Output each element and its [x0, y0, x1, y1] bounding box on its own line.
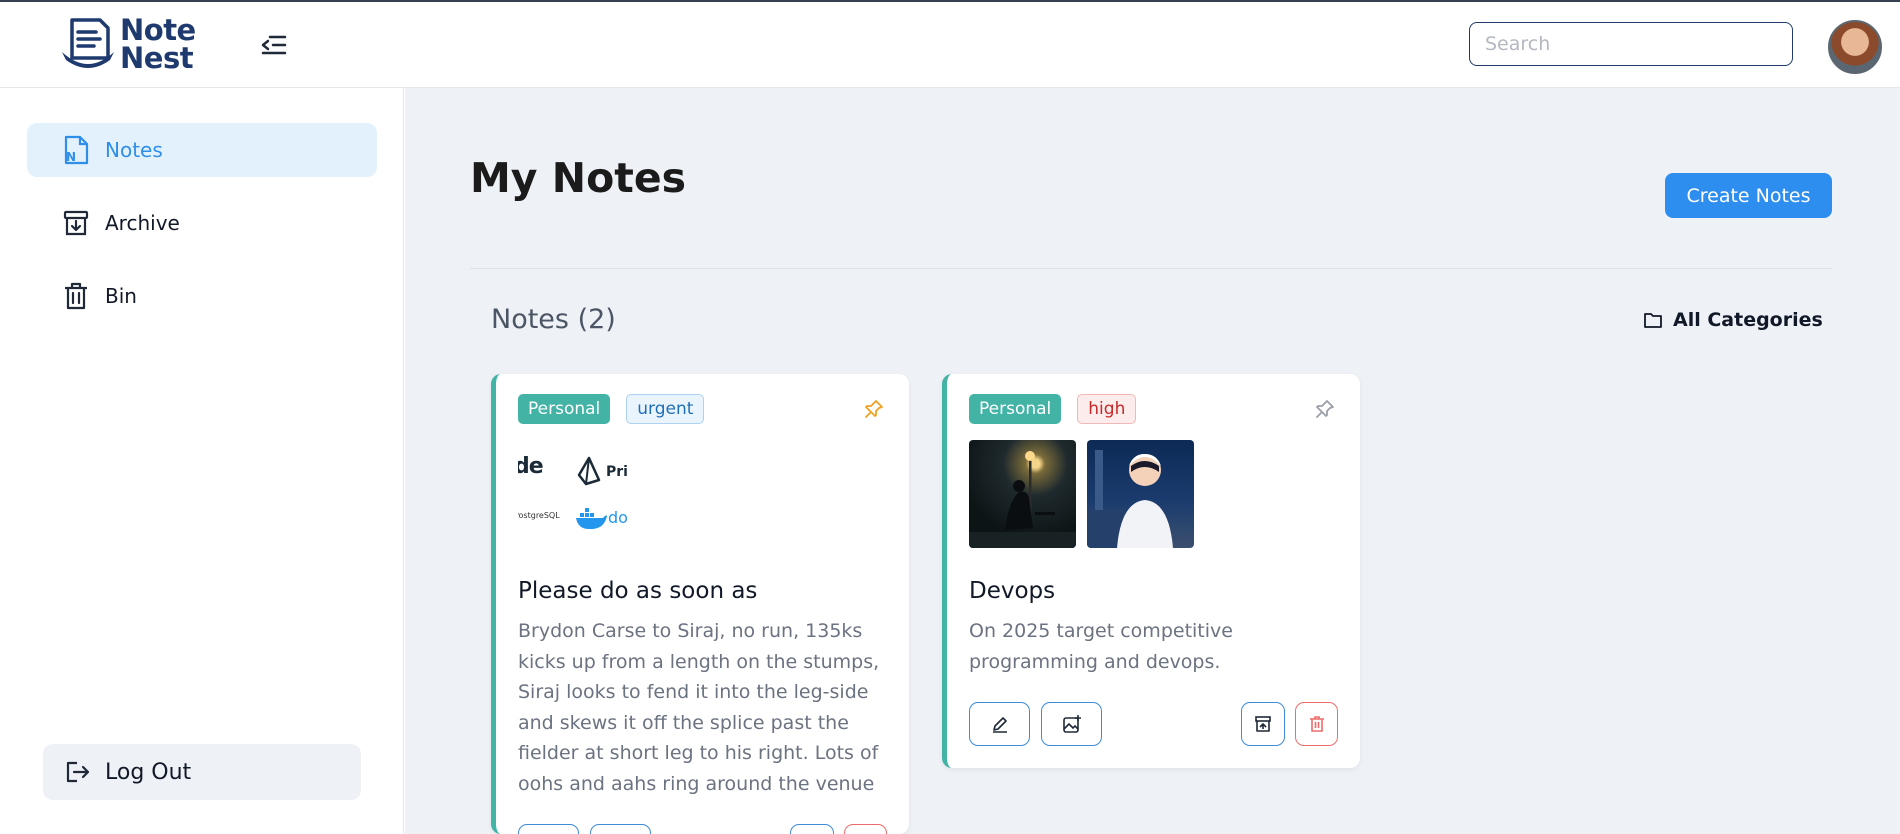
user-avatar[interactable]: [1828, 20, 1882, 74]
note-title: Please do as soon as: [518, 578, 758, 604]
trash-icon: [61, 281, 91, 311]
notes-icon: N: [61, 135, 91, 165]
pencil-icon: [992, 717, 1007, 733]
sidebar-item-archive[interactable]: Archive: [27, 196, 377, 250]
header-divider: [470, 268, 1832, 269]
category-tag: Personal: [969, 394, 1062, 424]
category-filter-label: All Categories: [1673, 309, 1823, 331]
add-image-button[interactable]: [1041, 702, 1102, 746]
notes-count-heading: Notes (2): [491, 304, 616, 335]
app-name-line1: Note: [120, 13, 196, 47]
note-body: Brydon Carse to Siraj, no run, 135ks kic…: [518, 620, 880, 795]
sidebar-item-label: Bin: [105, 284, 137, 308]
archive-note-button[interactable]: [1241, 702, 1285, 746]
note-title: Devops: [969, 578, 1056, 604]
search-input[interactable]: [1469, 22, 1793, 66]
category-filter[interactable]: All Categories: [1643, 309, 1823, 331]
note-images: [969, 440, 1194, 548]
logo-text-express: de: [518, 454, 544, 479]
note-body: On 2025 target competitive programming a…: [969, 620, 1233, 673]
sidebar-item-notes[interactable]: N Notes: [27, 123, 377, 177]
logout-label: Log Out: [105, 759, 192, 785]
priority-tag: high: [1077, 394, 1137, 424]
category-tag: Personal: [518, 394, 611, 424]
pin-icon[interactable]: [863, 398, 885, 420]
archive-icon: [61, 208, 91, 238]
note-actions: [969, 702, 1338, 746]
app-logo[interactable]: Note Nest: [58, 14, 196, 74]
top-header: Note Nest: [0, 2, 1900, 88]
note-tags: Personal high: [969, 394, 1137, 424]
trash-icon: [1309, 716, 1324, 732]
create-notes-button[interactable]: Create Notes: [1665, 173, 1832, 218]
note-card[interactable]: Personal urgent de Pri PostgreSQL: [491, 374, 909, 834]
logo-text-prisma: Pri: [606, 464, 628, 480]
image-add-icon: [1062, 715, 1081, 733]
sidebar-item-bin[interactable]: Bin: [27, 269, 377, 323]
prisma-logo-icon: [577, 456, 601, 486]
sidebar-item-label: Archive: [105, 211, 180, 235]
priority-tag: urgent: [626, 394, 705, 424]
delete-note-button[interactable]: [1295, 702, 1338, 746]
app-name: Note Nest: [120, 13, 196, 75]
delete-note-button[interactable]: [844, 824, 887, 834]
app-name-line2: Nest: [120, 41, 194, 75]
logo-text-docker: do: [608, 508, 628, 527]
edit-button[interactable]: [969, 702, 1030, 746]
note-tags: Personal urgent: [518, 394, 705, 424]
main-content: My Notes Create Notes Notes (2) All Cate…: [405, 88, 1900, 834]
sidebar: N Notes Archive Bin Log Out: [0, 88, 404, 834]
notebook-logo-icon: [62, 18, 114, 68]
note-actions: [518, 824, 887, 834]
note-image-thumbnail[interactable]: [969, 440, 1076, 548]
pin-icon[interactable]: [1314, 398, 1336, 420]
logout-icon: [66, 761, 90, 783]
logo-text-postgresql: PostgreSQL: [518, 511, 560, 520]
note-card[interactable]: Personal high Devops On 2025 target comp…: [942, 374, 1360, 768]
docker-logo-icon: [576, 508, 607, 530]
svg-text:N: N: [66, 150, 76, 164]
add-image-button[interactable]: [590, 824, 651, 834]
note-image-thumbnail[interactable]: [1087, 440, 1194, 548]
sidebar-item-label: Notes: [105, 138, 163, 162]
archive-note-button[interactable]: [790, 824, 834, 834]
page-title: My Notes: [470, 154, 687, 202]
collapse-sidebar-icon[interactable]: [259, 32, 287, 58]
folder-icon: [1644, 313, 1662, 328]
note-image-thumbnail[interactable]: de Pri PostgreSQL do: [518, 454, 633, 549]
edit-button[interactable]: [518, 824, 579, 834]
logout-button[interactable]: Log Out: [43, 744, 361, 800]
archive-icon: [1255, 716, 1271, 732]
